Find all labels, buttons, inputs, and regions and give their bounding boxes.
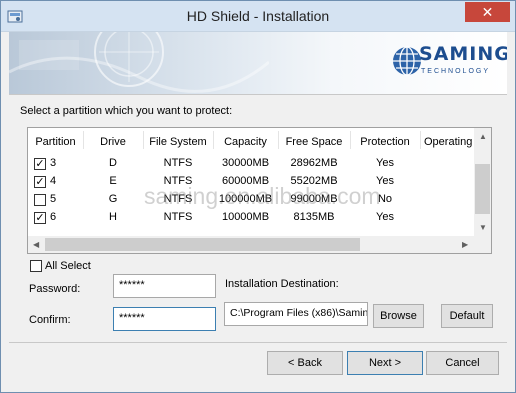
col-protection[interactable]: Protection	[350, 136, 420, 148]
scroll-right-icon[interactable]: ▶	[462, 240, 468, 249]
destination-label: Installation Destination:	[225, 278, 339, 290]
cell-file-system: NTFS	[163, 193, 193, 205]
row-checkbox[interactable]: ✓	[34, 176, 46, 188]
footer-divider	[9, 342, 507, 343]
col-free-space[interactable]: Free Space	[278, 136, 350, 148]
cell-drive: H	[109, 211, 117, 223]
cell-protection: Yes	[376, 175, 394, 187]
cell-free-space: 8135MB	[293, 211, 335, 223]
password-field[interactable]: ******	[113, 274, 216, 298]
cell-partition: 4	[50, 175, 57, 187]
password-label: Password:	[29, 283, 81, 295]
cancel-button[interactable]: Cancel	[426, 351, 499, 375]
back-button[interactable]: < Back	[267, 351, 343, 375]
cell-partition: 3	[50, 157, 57, 169]
confirm-field[interactable]: ******	[113, 307, 216, 331]
saming-logo: SAMING TECHNOLOGY	[391, 41, 507, 83]
cell-free-space: 55202MB	[290, 175, 338, 187]
all-select-label[interactable]: All Select	[45, 260, 91, 272]
scroll-left-icon[interactable]: ◀	[33, 240, 39, 249]
all-select-checkbox[interactable]	[30, 260, 42, 272]
header-banner: SAMING TECHNOLOGY	[9, 32, 507, 94]
next-button[interactable]: Next >	[347, 351, 423, 375]
cell-file-system: NTFS	[163, 157, 193, 169]
col-drive[interactable]: Drive	[83, 136, 143, 148]
window-title: HD Shield - Installation	[186, 8, 330, 24]
col-file-system[interactable]: File System	[143, 136, 213, 148]
title-bar: HD Shield - Installation ✕	[1, 1, 515, 32]
instruction-text: Select a partition which you want to pro…	[20, 105, 233, 117]
table-row[interactable]: ✓ 4 E NTFS 60000MB 55202MB Yes	[28, 173, 476, 191]
cell-free-space: 28962MB	[290, 157, 338, 169]
cell-capacity: 60000MB	[221, 175, 270, 187]
cell-capacity: 100000MB	[218, 193, 273, 205]
cell-drive: E	[109, 175, 117, 187]
cell-protection: Yes	[376, 157, 394, 169]
browse-button[interactable]: Browse	[373, 304, 424, 328]
banner-divider	[9, 94, 507, 95]
vertical-scroll-thumb[interactable]	[475, 164, 490, 214]
row-checkbox[interactable]: ✓	[34, 212, 46, 224]
row-checkbox[interactable]: ✓	[34, 158, 46, 170]
cell-protection: No	[377, 193, 393, 205]
destination-field[interactable]: C:\Program Files (x86)\Samin	[224, 302, 368, 326]
scroll-down-icon[interactable]: ▼	[479, 223, 487, 232]
col-capacity[interactable]: Capacity	[213, 136, 278, 148]
scroll-up-icon[interactable]: ▲	[479, 132, 487, 141]
cell-file-system: NTFS	[163, 211, 193, 223]
logo-wordmark: SAMING	[419, 43, 507, 65]
table-row[interactable]: ✓ 6 H NTFS 10000MB 8135MB Yes	[28, 209, 476, 227]
confirm-label: Confirm:	[29, 314, 71, 326]
cell-partition: 6	[50, 211, 57, 223]
vertical-scrollbar[interactable]: ▲ ▼	[474, 128, 491, 236]
col-partition[interactable]: Partition	[28, 136, 83, 148]
partition-list[interactable]: Partition Drive File System Capacity Fre…	[27, 127, 492, 254]
table-row[interactable]: ✓ 3 D NTFS 30000MB 28962MB Yes	[28, 155, 476, 173]
close-button[interactable]: ✕	[465, 2, 510, 22]
cell-drive: G	[108, 193, 118, 205]
row-checkbox[interactable]	[34, 194, 46, 206]
list-header: Partition Drive File System Capacity Fre…	[28, 128, 476, 152]
logo-tagline: TECHNOLOGY	[421, 68, 491, 75]
cell-drive: D	[109, 157, 117, 169]
cell-capacity: 30000MB	[221, 157, 270, 169]
cell-partition: 5	[50, 193, 57, 205]
default-button[interactable]: Default	[441, 304, 493, 328]
horizontal-scroll-thumb[interactable]	[45, 238, 360, 251]
cell-free-space: 99000MB	[290, 193, 338, 205]
horizontal-scrollbar[interactable]: ◀ ▶	[28, 236, 491, 253]
cell-protection: Yes	[376, 211, 394, 223]
cell-capacity: 10000MB	[221, 211, 270, 223]
col-operating[interactable]: Operating	[420, 136, 476, 148]
banner-graphic	[9, 32, 269, 93]
table-row[interactable]: 5 G NTFS 100000MB 99000MB No	[28, 191, 476, 209]
cell-file-system: NTFS	[163, 175, 193, 187]
installer-window: HD Shield - Installation ✕ SAMING TECHNO…	[0, 0, 516, 393]
